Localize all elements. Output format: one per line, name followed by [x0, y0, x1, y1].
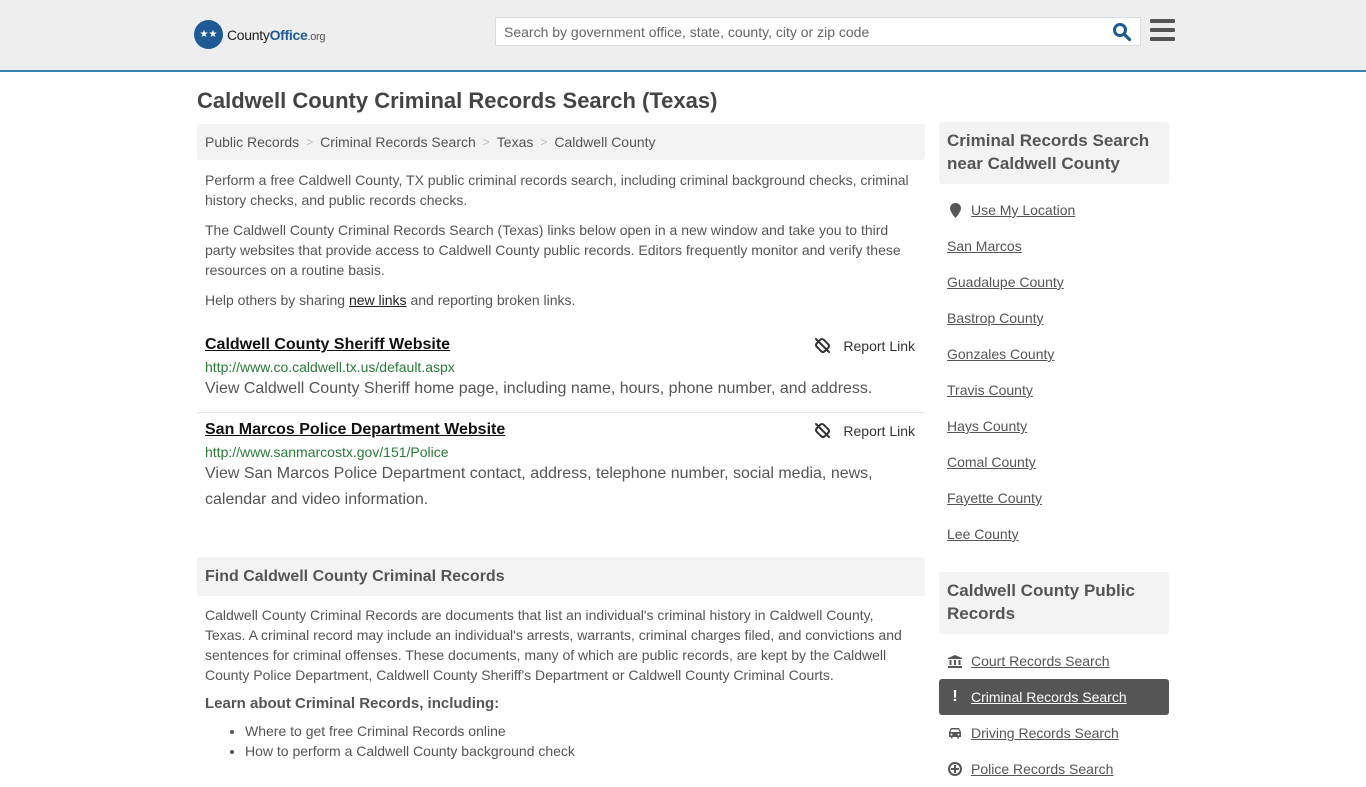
find-section-heading: Find Caldwell County Criminal Records — [197, 557, 925, 596]
learn-list-item: Where to get free Criminal Records onlin… — [245, 721, 925, 741]
public-records-sidebar: Caldwell County Public Records Court Rec… — [939, 572, 1169, 787]
learn-list-item: How to perform a Caldwell County backgro… — [245, 741, 925, 761]
nearby-sidebar: Criminal Records Search near Caldwell Co… — [939, 122, 1169, 552]
courthouse-icon — [947, 654, 963, 668]
link-item: San Marcos Police Department Website htt… — [197, 412, 925, 523]
breadcrumb-separator: > — [482, 135, 490, 149]
link-item: Caldwell County Sheriff Website http://w… — [197, 328, 925, 412]
breadcrumb: Public Records > Criminal Records Search… — [197, 124, 925, 160]
police-badge-icon — [947, 762, 963, 776]
nearby-item[interactable]: Hays County — [939, 408, 1169, 444]
sidebar-item-driving-records[interactable]: Driving Records Search — [939, 715, 1169, 751]
report-link-button[interactable]: Report Link — [814, 337, 915, 354]
eagle-logo-icon: ★★ — [194, 20, 223, 49]
nearby-item[interactable]: Lee County — [939, 516, 1169, 552]
nearby-item[interactable]: Guadalupe County — [939, 264, 1169, 300]
breadcrumb-public-records[interactable]: Public Records — [205, 134, 299, 150]
site-header: ★★ CountyOffice.org — [0, 0, 1366, 72]
broken-link-icon — [815, 338, 831, 353]
intro-paragraph: Perform a free Caldwell County, TX publi… — [205, 172, 909, 208]
search-box — [495, 17, 1141, 46]
nearby-item[interactable]: Travis County — [939, 372, 1169, 408]
nearby-item[interactable]: Bastrop County — [939, 300, 1169, 336]
public-records-heading: Caldwell County Public Records — [939, 572, 1169, 634]
link-description: View San Marcos Police Department contac… — [205, 465, 873, 508]
use-location-link[interactable]: Use My Location — [971, 202, 1075, 218]
car-icon — [947, 727, 963, 739]
find-section-paragraph: Caldwell County Criminal Records are doc… — [205, 607, 902, 683]
nearby-item[interactable]: Fayette County — [939, 480, 1169, 516]
site-logo[interactable]: ★★ CountyOffice.org — [194, 20, 326, 49]
breadcrumb-caldwell-county[interactable]: Caldwell County — [554, 134, 655, 150]
breadcrumb-separator: > — [540, 135, 548, 149]
learn-list: Where to get free Criminal Records onlin… — [197, 721, 925, 761]
share-paragraph: Help others by sharing new links and rep… — [205, 292, 576, 308]
nearby-item[interactable]: Comal County — [939, 444, 1169, 480]
disclaimer-paragraph: The Caldwell County Criminal Records Sea… — [205, 222, 901, 278]
sidebar-item-court-records[interactable]: Court Records Search — [939, 643, 1169, 679]
breadcrumb-separator: > — [306, 135, 314, 149]
learn-heading: Learn about Criminal Records, including: — [205, 695, 500, 712]
nearby-item[interactable]: San Marcos — [939, 228, 1169, 264]
use-location-item[interactable]: Use My Location — [939, 192, 1169, 228]
breadcrumb-criminal-records[interactable]: Criminal Records Search — [320, 134, 476, 150]
link-title[interactable]: San Marcos Police Department Website — [205, 421, 505, 438]
public-records-list: Court Records Search ! Criminal Records … — [939, 643, 1169, 787]
search-icon[interactable] — [1112, 22, 1132, 42]
link-list: Caldwell County Sheriff Website http://w… — [197, 328, 925, 523]
map-marker-icon — [947, 202, 963, 218]
broken-link-icon — [815, 423, 831, 438]
main-content: Public Records > Criminal Records Search… — [197, 124, 925, 761]
logo-text: CountyOffice.org — [227, 26, 326, 43]
sidebar-item-police-records[interactable]: Police Records Search — [939, 751, 1169, 787]
search-input[interactable] — [496, 18, 1096, 45]
report-link-button[interactable]: Report Link — [814, 422, 915, 439]
nearby-item[interactable]: Gonzales County — [939, 336, 1169, 372]
nearby-heading: Criminal Records Search near Caldwell Co… — [939, 122, 1169, 184]
exclamation-icon: ! — [952, 688, 958, 705]
nearby-list: Use My Location San Marcos Guadalupe Cou… — [939, 192, 1169, 552]
link-url: http://www.sanmarcostx.gov/151/Police — [205, 444, 449, 460]
breadcrumb-texas[interactable]: Texas — [497, 134, 534, 150]
link-title[interactable]: Caldwell County Sheriff Website — [205, 336, 450, 353]
page-title: Caldwell County Criminal Records Search … — [197, 88, 718, 113]
new-links-link[interactable]: new links — [349, 292, 407, 308]
link-url: http://www.co.caldwell.tx.us/default.asp… — [205, 359, 455, 375]
sidebar-item-criminal-records[interactable]: ! Criminal Records Search — [939, 679, 1169, 715]
link-description: View Caldwell County Sheriff home page, … — [205, 380, 873, 397]
hamburger-menu-icon[interactable] — [1150, 19, 1175, 41]
